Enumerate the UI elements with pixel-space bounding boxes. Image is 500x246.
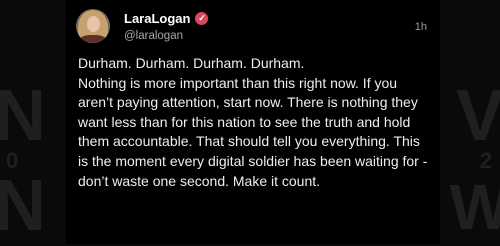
author-display-name[interactable]: LaraLogan: [124, 11, 190, 26]
post-text: Durham. Durham. Durham. Durham. Nothing …: [78, 55, 428, 189]
author-name-row: LaraLogan ✓: [124, 11, 209, 26]
avatar[interactable]: [76, 9, 110, 43]
avatar-shirt: [80, 35, 106, 43]
avatar-face: [87, 16, 100, 32]
post-timestamp[interactable]: 1h: [415, 21, 427, 33]
background-letter: W: [449, 171, 500, 243]
background-letter: N: [0, 166, 46, 246]
verified-badge-icon: ✓: [195, 12, 209, 25]
background-letter: V: [455, 76, 500, 156]
background-letter: 2: [479, 148, 492, 173]
background-letter: N: [0, 76, 46, 156]
author-handle[interactable]: @laralogan: [124, 30, 183, 42]
post-card: LaraLogan ✓ @laralogan 1h Durham. Durham…: [66, 0, 440, 244]
